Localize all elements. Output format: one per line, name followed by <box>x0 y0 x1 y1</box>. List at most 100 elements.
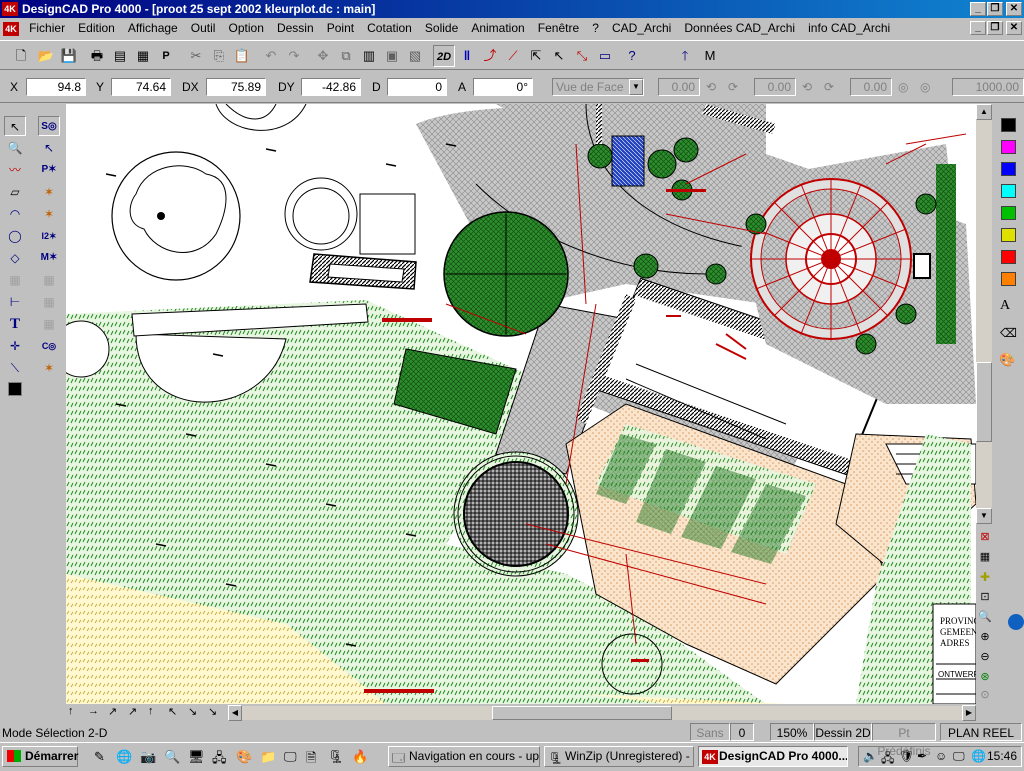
scroll-right-button[interactable]: ▶ <box>962 705 976 721</box>
grid-icon[interactable]: ▦ <box>4 270 26 290</box>
redo-icon[interactable]: ↷ <box>283 45 305 67</box>
color-swatch[interactable] <box>1001 250 1016 264</box>
task-winzip[interactable]: 🗜 WinZip (Unregistered) - ... <box>544 746 694 767</box>
zoom-out-icon[interactable]: ⊖ <box>977 650 993 666</box>
menu-help[interactable]: ? <box>587 18 604 38</box>
polyline-icon[interactable]: 〰 <box>4 160 26 180</box>
up-arrow-icon[interactable]: 🡑 <box>674 45 696 67</box>
clock[interactable]: 15:46 <box>987 749 1017 763</box>
menu-animation[interactable]: Animation <box>466 18 529 38</box>
tray-display-icon[interactable]: 🖵 <box>953 749 965 764</box>
pointer-icon[interactable]: ↖ <box>548 45 570 67</box>
paste-icon[interactable]: 📋 <box>231 45 253 67</box>
orbit-icon[interactable]: ◎ <box>898 80 908 94</box>
menu-fichier[interactable]: Fichier <box>24 18 70 38</box>
tilt-icon[interactable]: ⟳ <box>824 80 834 94</box>
quicklaunch-monitor-icon[interactable]: 🖵 <box>284 749 297 765</box>
diagonal-arrow-icon[interactable]: ↘ <box>188 705 197 718</box>
zoom-icon[interactable]: 🔍 <box>4 138 26 158</box>
up-arrow-icon[interactable]: ↑ <box>68 705 74 717</box>
color-swatch[interactable] <box>1001 206 1016 220</box>
open-folder-icon[interactable]: 📂 <box>35 45 57 67</box>
tray-pen-icon[interactable]: ✒ <box>917 749 927 763</box>
menu-info-cad-archi[interactable]: info CAD_Archi <box>803 18 895 38</box>
task-navigation[interactable]: 🗔 Navigation en cours - up... <box>388 746 540 767</box>
rotate-icon[interactable]: ⟳ <box>728 80 738 94</box>
doc-minimize-button[interactable]: _ <box>970 21 986 35</box>
diagonal-arrow-icon[interactable]: ↗ <box>108 705 117 718</box>
horizontal-scroll-track[interactable] <box>242 706 962 720</box>
print-preview-icon[interactable]: ▤ <box>109 45 131 67</box>
text-tool-icon[interactable]: T <box>4 314 26 334</box>
status-draw-mode[interactable]: Dessin 2D <box>814 723 872 741</box>
minimize-button[interactable]: _ <box>970 2 986 16</box>
grid-snap-icon[interactable]: ▦ <box>38 270 60 290</box>
tilt-icon[interactable]: ⟲ <box>802 80 812 94</box>
block-icon[interactable]: ▧ <box>404 45 426 67</box>
arrow-redraw-icon[interactable]: ⤴ <box>479 45 501 67</box>
right-arrow-icon[interactable]: → <box>88 705 99 717</box>
zoom-in-icon[interactable]: ⊕ <box>977 630 993 646</box>
scroll-left-button[interactable]: ◀ <box>228 705 242 721</box>
distance-field[interactable]: 1000.00 <box>952 78 1024 96</box>
close-button[interactable]: ✕ <box>1006 2 1022 16</box>
print-icon[interactable]: 🖶 <box>86 45 108 67</box>
scroll-thumb[interactable] <box>976 362 992 442</box>
status-plan[interactable]: PLAN REEL <box>940 723 1022 741</box>
box-icon[interactable]: ▱ <box>4 182 26 202</box>
context-help-icon[interactable]: ? <box>621 45 643 67</box>
color-swatch[interactable] <box>1001 118 1016 132</box>
color-swatch[interactable] <box>1001 228 1016 242</box>
status-font[interactable]: Sans <box>690 723 730 741</box>
save-icon[interactable]: 💾 <box>58 45 80 67</box>
tray-network-icon[interactable]: 🖧 <box>881 749 894 770</box>
perpendicular-snap-icon[interactable]: ✶ <box>38 358 60 378</box>
font-tool-icon[interactable]: A <box>1000 298 1010 314</box>
quicklaunch-paint-icon[interactable]: 🎨 <box>236 749 252 765</box>
nearest-snap-icon[interactable]: ✶ <box>38 182 60 202</box>
tray-antivirus-icon[interactable]: 🛡 <box>899 749 914 763</box>
select-cursor-icon[interactable]: ⇱ <box>525 45 547 67</box>
current-color-swatch[interactable] <box>4 380 26 400</box>
menu-affichage[interactable]: Affichage <box>123 18 183 38</box>
view-value-field-1[interactable]: 0.00 <box>658 78 700 96</box>
point-icon[interactable]: ✛ <box>4 336 26 356</box>
up-arrow-icon[interactable]: ↑ <box>148 705 154 717</box>
angle-field[interactable]: 0° <box>473 78 533 96</box>
tray-globe-icon[interactable]: 🌐 <box>971 749 986 763</box>
quicklaunch-folder-icon[interactable]: 📁 <box>260 749 276 765</box>
view-value-field-2[interactable]: 0.00 <box>754 78 796 96</box>
arc-icon[interactable]: ◠ <box>4 204 26 224</box>
undo-icon[interactable]: ↶ <box>260 45 282 67</box>
grid-snap-icon[interactable]: ▦ <box>38 314 60 334</box>
restore-button[interactable]: ❐ <box>987 2 1003 16</box>
start-button[interactable]: Démarrer <box>2 746 78 767</box>
move-icon[interactable]: ✥ <box>312 45 334 67</box>
scroll-up-button[interactable]: ▲ <box>976 104 992 120</box>
zoom-extents-icon[interactable]: 🔍 <box>977 610 993 626</box>
quicklaunch-edit-icon[interactable]: ✎ <box>94 749 105 765</box>
center-snap-icon[interactable]: C◎ <box>38 336 60 356</box>
menu-dessin[interactable]: Dessin <box>272 18 319 38</box>
menu-point[interactable]: Point <box>322 18 359 38</box>
dx-field[interactable]: 75.89 <box>206 78 266 96</box>
dy-field[interactable]: -42.86 <box>301 78 361 96</box>
pointer-icon[interactable]: ↖ <box>168 705 177 718</box>
doc-restore-button[interactable]: ❐ <box>987 21 1003 35</box>
snap-icon[interactable]: ⟋ <box>502 45 524 67</box>
diagonal-arrow-icon[interactable]: ↘ <box>208 705 217 718</box>
diagonal-arrow-icon[interactable]: ↗ <box>128 705 137 718</box>
snap-settings-icon[interactable]: S◎ <box>38 116 60 136</box>
quicklaunch-browser-icon[interactable]: 🌐 <box>116 749 132 765</box>
d-field[interactable]: 0 <box>387 78 447 96</box>
status-predefined[interactable]: Pt Prédéfinis <box>872 723 936 758</box>
copy-objects-icon[interactable]: ⧉ <box>335 45 357 67</box>
status-layer[interactable]: 0 <box>730 723 754 741</box>
circle-icon[interactable]: ◯ <box>4 226 26 246</box>
drawing-canvas[interactable]: PROVINC GEMEEN ADRES ONTWERP <box>66 104 976 704</box>
tray-smile-icon[interactable]: ☺ <box>935 749 947 763</box>
grid-toggle-icon[interactable]: ▦ <box>977 550 993 566</box>
rotate-icon[interactable]: ⟲ <box>706 80 716 94</box>
page-setup-icon[interactable]: P <box>155 45 177 67</box>
quicklaunch-search-icon[interactable]: 🔍 <box>164 749 180 765</box>
